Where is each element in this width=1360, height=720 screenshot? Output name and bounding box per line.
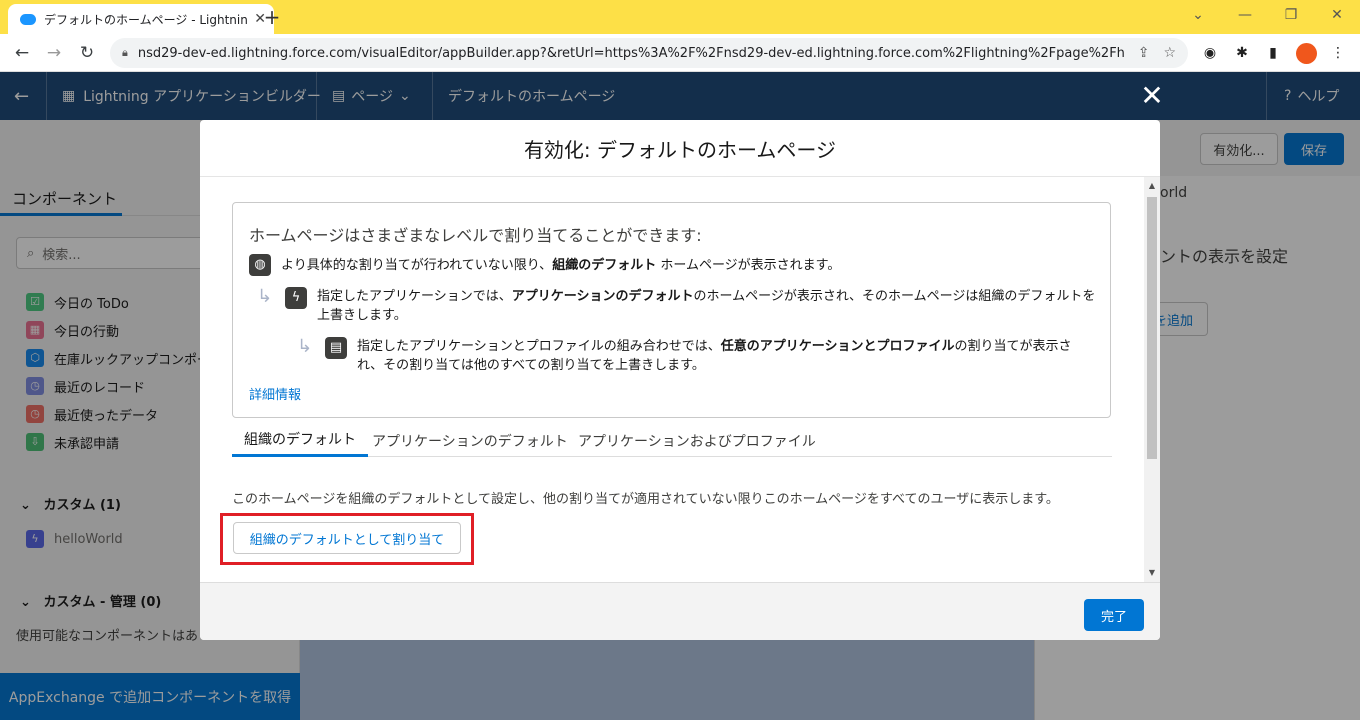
- reload-icon[interactable]: ↻: [74, 40, 100, 66]
- tab-search-icon[interactable]: ⌄: [1175, 0, 1221, 34]
- scroll-up-icon[interactable]: ▲: [1144, 180, 1160, 192]
- minimize-icon[interactable]: —: [1222, 0, 1268, 34]
- tab-description: このホームページを組織のデフォルトとして設定し、他の割り当てが適用されていない限…: [232, 492, 1059, 507]
- info-title: ホームページはさまざまなレベルで割り当てることができます:: [249, 226, 702, 245]
- highlight-box: [220, 513, 474, 565]
- forward-arrow-icon[interactable]: →: [41, 40, 67, 66]
- modal-footer: 完了: [200, 582, 1160, 640]
- scrollbar-thumb[interactable]: [1147, 197, 1157, 459]
- activation-modal: 有効化: デフォルトのホームページ ホームページはさまざまなレベルで割り当てるこ…: [200, 120, 1160, 640]
- share-icon[interactable]: ⇪: [1138, 45, 1150, 61]
- tab-org-default[interactable]: 組織のデフォルト: [232, 424, 368, 457]
- new-tab-icon[interactable]: +: [260, 5, 284, 29]
- info-row-app-profile: ↳ ▤ 指定したアプリケーションとプロファイルの組み合わせでは、任意のアプリケー…: [297, 336, 1072, 374]
- lightning-bolt-icon: ϟ: [285, 287, 307, 309]
- lock-icon: 🔒︎: [122, 46, 128, 59]
- scroll-down-icon[interactable]: ▼: [1144, 567, 1160, 579]
- profile-avatar[interactable]: [1296, 43, 1317, 64]
- sub-arrow-icon: ↳: [257, 286, 273, 307]
- browser-tab[interactable]: デフォルトのホームページ - Lightning ✕: [8, 4, 274, 34]
- assignment-tabs: 組織のデフォルト アプリケーションのデフォルト アプリケーションおよびプロファイ…: [232, 424, 1112, 457]
- tab-app-default[interactable]: アプリケーションのデフォルト: [360, 424, 580, 457]
- globe-icon: ◍: [249, 254, 271, 276]
- sidepanel-icon[interactable]: ▮: [1263, 43, 1283, 63]
- restore-icon[interactable]: ❐: [1268, 0, 1314, 34]
- extension-icon[interactable]: ◉: [1200, 43, 1220, 63]
- assignment-info-box: ホームページはさまざまなレベルで割り当てることができます: ◍ より具体的な割り…: [232, 202, 1111, 418]
- bookmark-star-icon[interactable]: ☆: [1163, 45, 1176, 61]
- clipboard-icon: ▤: [325, 337, 347, 359]
- url-text: nsd29-dev-ed.lightning.force.com/visualE…: [137, 45, 1124, 61]
- close-icon[interactable]: ✕: [1136, 80, 1168, 112]
- browser-tab-title: デフォルトのホームページ - Lightning: [44, 12, 249, 27]
- salesforce-cloud-icon: [20, 13, 36, 25]
- done-button[interactable]: 完了: [1084, 599, 1144, 631]
- info-row-app: ↳ ϟ 指定したアプリケーションでは、アプリケーションのデフォルトのホームページ…: [257, 286, 1096, 324]
- learn-more-link[interactable]: 詳細情報: [249, 384, 301, 403]
- tab-app-profile[interactable]: アプリケーションおよびプロファイル: [566, 424, 828, 457]
- modal-title: 有効化: デフォルトのホームページ: [200, 120, 1160, 177]
- info-row-org: ◍ より具体的な割り当てが行われていない限り、組織のデフォルト ホームページが表…: [249, 254, 1099, 276]
- puzzle-icon[interactable]: ✱: [1232, 43, 1252, 63]
- modal-body: ホームページはさまざまなレベルで割り当てることができます: ◍ より具体的な割り…: [200, 177, 1160, 582]
- sub-arrow-icon: ↳: [297, 336, 313, 357]
- window-close-icon[interactable]: ✕: [1314, 0, 1360, 34]
- more-menu-icon[interactable]: ⋮: [1328, 43, 1348, 63]
- address-bar[interactable]: 🔒︎ nsd29-dev-ed.lightning.force.com/visu…: [110, 38, 1188, 68]
- back-arrow-icon[interactable]: ←: [9, 40, 35, 66]
